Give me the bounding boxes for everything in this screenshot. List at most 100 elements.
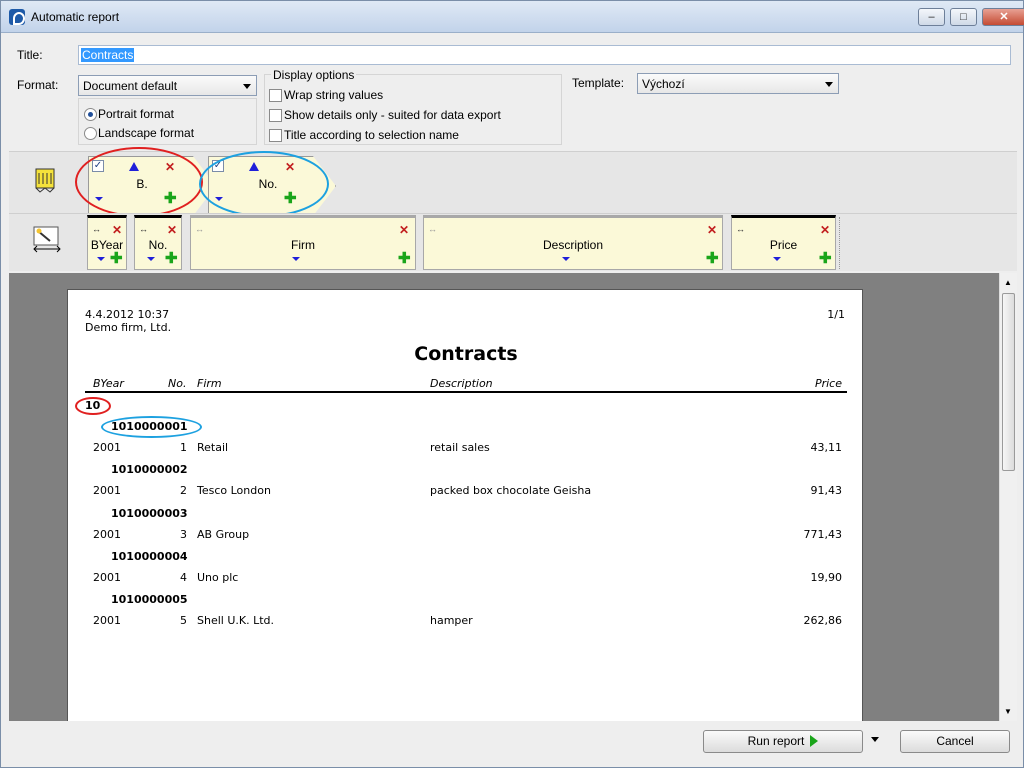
report-page-number: 1/1 [827,308,845,321]
record-byear: 2001 [93,484,121,498]
header-byear: BYear [93,377,124,390]
record-price: 91,43 [810,484,843,498]
title-by-selection-checkbox[interactable] [269,129,282,142]
resize-icon: ↔ [92,224,101,234]
record-description: hamper [430,614,473,628]
close-button[interactable]: ✕ [982,8,1024,26]
column-no[interactable]: ↔ ✕ No. ✚ [134,215,182,270]
template-select-value: Výchozí [642,77,685,91]
maximize-icon: □ [960,11,967,23]
chevron-down-icon[interactable] [95,197,103,201]
record-firm: AB Group [197,527,250,541]
play-icon [810,735,819,747]
automatic-report-window: Automatic report – □ ✕ Title: Contracts … [0,0,1024,768]
add-icon[interactable]: ✚ [165,251,178,266]
record-price: 19,90 [810,570,843,584]
maximize-button[interactable]: □ [950,8,977,26]
grouping-icon [35,168,55,193]
group-chip-b[interactable]: ✓ ✕ B. ✚ [88,156,216,216]
record-no: 1 [180,441,187,454]
column-separator [839,217,841,269]
record-no: 4 [180,570,187,584]
title-bar: Automatic report – □ ✕ [1,1,1024,33]
chevron-down-icon[interactable] [773,257,781,261]
landscape-radio[interactable] [84,127,97,140]
add-icon[interactable]: ✚ [110,251,123,266]
report-preview: 4.4.2012 10:37 Demo firm, Ltd. 1/1 Contr… [9,273,999,721]
record-description: retail sales [430,441,490,454]
header-no: No. [168,377,187,390]
show-details-checkbox[interactable] [269,109,282,122]
window-title: Automatic report [31,10,120,24]
record-byear: 2001 [93,614,121,628]
group-chip-no-checkbox[interactable]: ✓ [212,160,224,172]
title-by-selection-label: Title according to selection name [284,128,459,142]
record-no: 2 [180,484,187,498]
title-input[interactable]: Contracts [78,45,1011,65]
display-options-label: Display options [271,68,357,82]
record-price: 262,86 [803,614,843,628]
remove-icon[interactable]: ✕ [285,161,295,173]
wrap-strings-checkbox[interactable] [269,89,282,102]
record-byear: 2001 [93,570,121,584]
header-description: Description [430,377,493,390]
add-icon[interactable]: ✚ [819,251,832,266]
run-report-button[interactable]: Run report [703,730,863,753]
header-price: Price [814,377,842,390]
add-icon[interactable]: ✚ [164,191,177,206]
remove-icon[interactable]: ✕ [167,224,177,236]
cancel-label: Cancel [936,734,974,748]
scroll-down-icon[interactable]: ▼ [1004,707,1012,716]
record-byear: 2001 [93,527,121,541]
chevron-down-icon[interactable] [147,257,155,261]
template-label: Template: [572,76,625,90]
template-select[interactable]: Výchozí [637,73,839,94]
portrait-radio[interactable] [84,108,97,121]
record-firm: Shell U.K. Ltd. [197,614,275,628]
close-icon: ✕ [999,11,1009,23]
format-label: Format: [17,78,59,92]
report-title: Contracts [414,343,518,365]
scrollbar-thumb[interactable] [1002,293,1015,471]
report-company: Demo firm, Ltd. [85,321,172,334]
chevron-down-icon[interactable] [97,257,105,261]
chevron-down-icon[interactable] [562,257,570,261]
show-details-label: Show details only - suited for data expo… [284,108,501,122]
format-select-value: Document default [83,79,178,93]
group-chip-b-checkbox[interactable]: ✓ [92,160,104,172]
column-price[interactable]: ↔ ✕ Price ✚ [731,215,836,270]
chevron-down-icon [825,82,833,87]
column-firm[interactable]: ↔ ✕ Firm ✚ [190,215,416,270]
column-byear[interactable]: ↔ ✕ BYear ✚ [87,215,127,270]
remove-icon[interactable]: ✕ [112,224,122,236]
scroll-up-icon[interactable]: ▲ [1004,278,1012,287]
group-chip-no[interactable]: ✓ ✕ No. ✚ [208,156,336,216]
group-level1-value: 10 [85,399,101,412]
run-options-chevron-down-icon[interactable] [871,737,879,742]
resize-icon: ↔ [736,224,745,234]
record-no: 5 [180,614,187,628]
add-icon[interactable]: ✚ [284,191,297,206]
chevron-down-icon [243,84,251,89]
remove-icon[interactable]: ✕ [399,224,409,236]
vertical-scrollbar[interactable]: ▲ ▼ [999,273,1017,721]
add-icon[interactable]: ✚ [706,251,719,266]
title-label: Title: [17,48,43,62]
remove-icon[interactable]: ✕ [820,224,830,236]
sort-ascending-icon[interactable] [129,162,139,171]
chevron-down-icon[interactable] [215,197,223,201]
sort-ascending-icon[interactable] [249,162,259,171]
minimize-button[interactable]: – [918,8,945,26]
remove-icon[interactable]: ✕ [165,161,175,173]
add-icon[interactable]: ✚ [398,251,411,266]
record-description: packed box chocolate Geisha [430,484,592,498]
portrait-label: Portrait format [98,107,175,121]
remove-icon[interactable]: ✕ [707,224,717,236]
column-editor-icon [33,226,61,253]
format-select[interactable]: Document default [78,75,257,96]
chevron-down-icon[interactable] [292,257,300,261]
group-level2-value: 1010000005 [111,593,188,607]
cancel-button[interactable]: Cancel [900,730,1010,753]
column-description[interactable]: ↔ ✕ Description ✚ [423,215,723,270]
column-description-label: Description [542,238,604,252]
